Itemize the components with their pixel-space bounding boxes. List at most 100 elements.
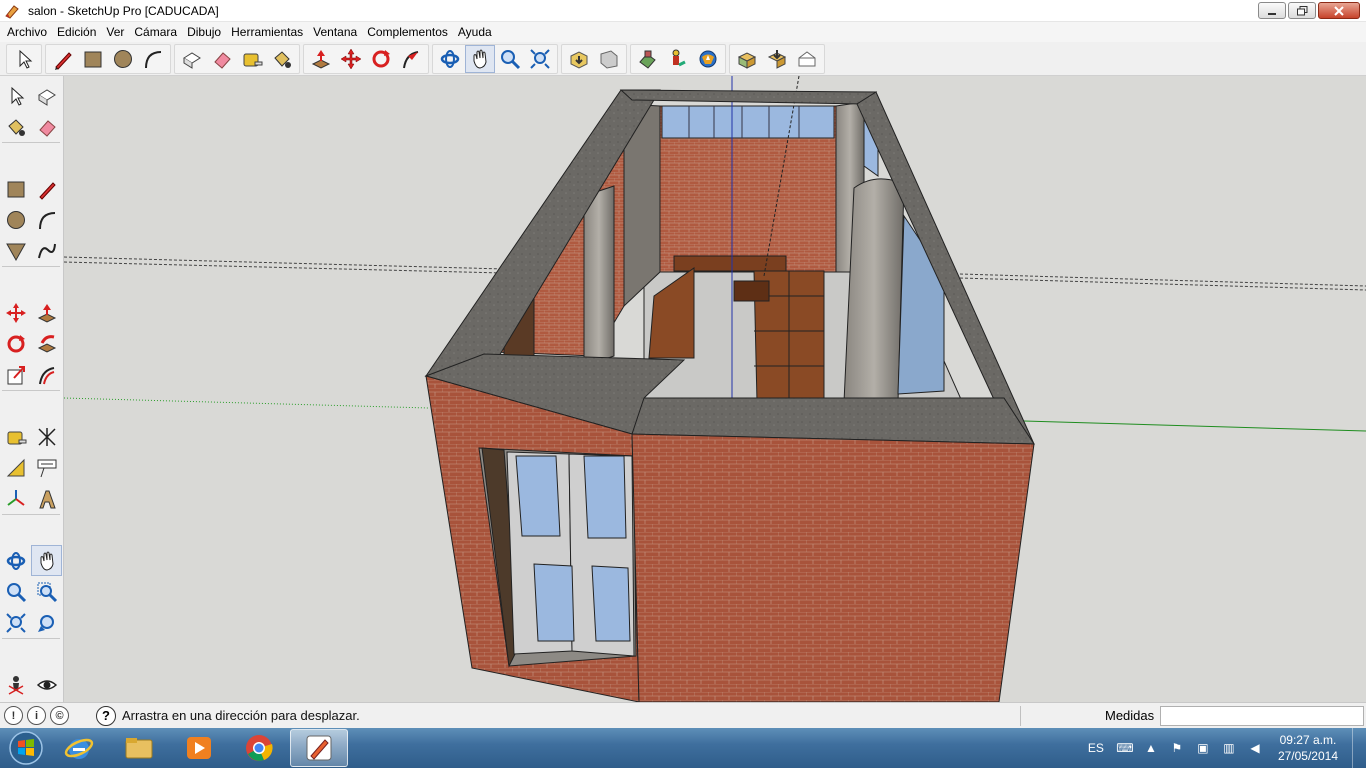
system-clock[interactable]: 09:27 a.m. 27/05/2014 (1278, 732, 1338, 764)
3d-text-tool-button[interactable] (31, 483, 62, 514)
taskbar-internet-explorer[interactable] (50, 729, 108, 767)
zoom-tool-button[interactable] (495, 45, 525, 73)
signin-icon[interactable]: © (50, 706, 69, 725)
start-button[interactable] (4, 728, 48, 768)
volume-icon[interactable]: ◀ (1246, 739, 1264, 757)
status-bar: ! i © ? Arrastra en una dirección para d… (0, 702, 1366, 728)
orbit-tool-button[interactable] (435, 45, 465, 73)
circle-tool-button[interactable] (108, 45, 138, 73)
menu-ventana[interactable]: Ventana (308, 22, 362, 42)
follow-me-button[interactable] (31, 328, 62, 359)
scene-canvas[interactable] (64, 76, 1366, 702)
pan-tool-button[interactable] (31, 545, 62, 576)
menu-edicion[interactable]: Edición (52, 22, 101, 42)
help-icon[interactable]: ? (96, 705, 116, 726)
menu-complementos[interactable]: Complementos (362, 22, 453, 42)
follow-me-button[interactable] (396, 45, 426, 73)
outliner-button[interactable] (792, 45, 822, 73)
credits-icon[interactable]: i (27, 706, 46, 725)
taskbar-chrome[interactable] (230, 729, 288, 767)
menu-camara[interactable]: Cámara (129, 22, 182, 42)
make-component-button[interactable] (31, 80, 62, 111)
geolocation-icon[interactable]: ! (4, 706, 23, 725)
title-bar: salon - SketchUp Pro [CADUCADA] (0, 0, 1366, 22)
section-button[interactable] (732, 45, 762, 73)
menu-ver[interactable]: Ver (101, 22, 129, 42)
select-tool-button[interactable] (0, 80, 31, 111)
rectangle-tool-button[interactable] (78, 45, 108, 73)
select-tool-button[interactable] (9, 45, 39, 73)
paint-bucket-button[interactable] (267, 45, 297, 73)
toolbar-separator (2, 142, 60, 145)
share-model-button[interactable] (594, 45, 624, 73)
action-center-flag-icon[interactable]: ⚑ (1168, 739, 1186, 757)
polygon-tool-button[interactable] (0, 235, 31, 266)
rectangle-tool-button[interactable] (0, 173, 31, 204)
language-indicator[interactable]: ES (1088, 741, 1104, 755)
orbit-tool-button[interactable] (0, 545, 31, 576)
menu-ayuda[interactable]: Ayuda (453, 22, 497, 42)
minimize-button[interactable] (1258, 2, 1286, 19)
restore-icon (1296, 5, 1307, 15)
pan-tool-button[interactable] (465, 44, 495, 73)
previous-view-button[interactable] (31, 607, 62, 638)
tape-measure-button[interactable] (237, 45, 267, 73)
eraser-tool-button[interactable] (31, 111, 62, 142)
model-viewport[interactable] (64, 76, 1366, 702)
arc-tool-button[interactable] (31, 204, 62, 235)
show-hidden-icons[interactable]: ▲ (1142, 739, 1160, 757)
zoom-extents-button[interactable] (0, 607, 31, 638)
taskbar-media-player[interactable] (170, 729, 228, 767)
line-tool-button[interactable] (31, 173, 62, 204)
eraser-tool-button[interactable] (207, 45, 237, 73)
position-camera-button[interactable] (0, 669, 31, 700)
zoom-extents-button[interactable] (525, 45, 555, 73)
scale-tool-button[interactable] (0, 359, 31, 390)
rotate-tool-button[interactable] (0, 328, 31, 359)
show-desktop-button[interactable] (1352, 728, 1366, 768)
measurements-input[interactable] (1160, 706, 1364, 726)
axes-tool-button[interactable] (0, 483, 31, 514)
dimension-icon (37, 427, 56, 446)
move-tool-button[interactable] (336, 45, 366, 73)
push-pull-button[interactable] (306, 45, 336, 73)
zoom-tool-button[interactable] (0, 576, 31, 607)
keyboard-icon[interactable]: ⌨ (1116, 739, 1134, 757)
make-component-button[interactable] (177, 45, 207, 73)
circle-tool-button[interactable] (0, 204, 31, 235)
google-earth-button[interactable] (693, 45, 723, 73)
protractor-icon (6, 458, 24, 476)
outliner-icon (798, 50, 816, 66)
rotate-tool-button[interactable] (366, 45, 396, 73)
arc-tool-button[interactable] (138, 45, 168, 73)
network-icon[interactable]: ▥ (1220, 739, 1238, 757)
paint-bucket-button[interactable] (0, 111, 31, 142)
look-around-button[interactable] (31, 669, 62, 700)
dimension-tool-button[interactable] (31, 421, 62, 452)
protractor-tool-button[interactable] (0, 452, 31, 483)
text-tool-button[interactable] (31, 452, 62, 483)
device-icon[interactable]: ▣ (1194, 739, 1212, 757)
freehand-tool-button[interactable] (31, 235, 62, 266)
restore-button[interactable] (1288, 2, 1316, 19)
taskbar-file-explorer[interactable] (110, 729, 168, 767)
zoom-window-button[interactable] (31, 576, 62, 607)
offset-tool-button[interactable] (31, 359, 62, 390)
photo-texture-button[interactable] (762, 45, 792, 73)
menu-herramientas[interactable]: Herramientas (226, 22, 308, 42)
look-around-icon (36, 679, 57, 690)
tape-measure-button[interactable] (0, 421, 31, 452)
extension-warehouse-button[interactable] (663, 45, 693, 73)
pencil-tool-button[interactable] (48, 45, 78, 73)
menu-dibujo[interactable]: Dibujo (182, 22, 226, 42)
get-models-button[interactable] (564, 45, 594, 73)
toolbar-separator (2, 514, 60, 517)
push-pull-button[interactable] (31, 297, 62, 328)
close-button[interactable] (1318, 2, 1360, 19)
toolbar-separator (2, 266, 60, 269)
move-tool-button[interactable] (0, 297, 31, 328)
taskbar-sketchup[interactable] (290, 729, 348, 767)
menu-archivo[interactable]: Archivo (2, 22, 52, 42)
misc-group (729, 43, 825, 74)
share-component-button[interactable] (633, 45, 663, 73)
